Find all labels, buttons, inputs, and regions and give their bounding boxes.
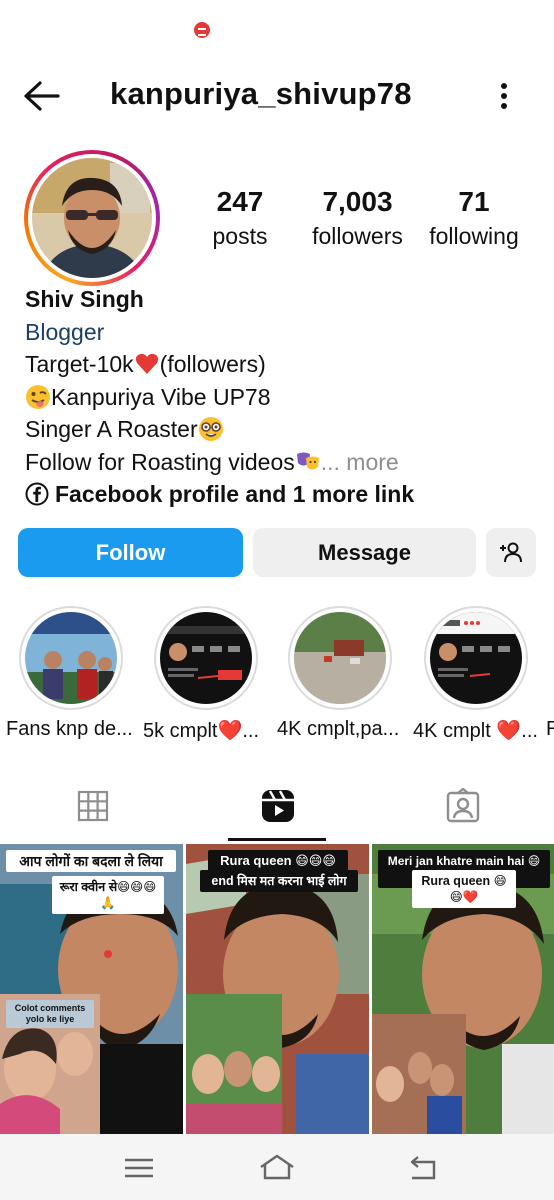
winking-tongue-emoji-icon [26, 384, 50, 409]
profile-username: kanpuriya_shivup78 [110, 76, 412, 111]
reel-caption-2b: end मिस मत करना भाई लोग [200, 870, 358, 892]
profile-links[interactable]: Facebook profile and 1 more link [25, 478, 535, 511]
grid-icon [77, 790, 108, 822]
heart-icon [135, 353, 158, 374]
followers-stat[interactable]: 7,003 followers [306, 185, 409, 253]
home-button[interactable] [255, 1148, 299, 1188]
notification-icon [194, 22, 210, 38]
facebook-icon [25, 482, 49, 506]
tab-reels[interactable] [185, 770, 370, 842]
followers-label: followers [312, 223, 403, 249]
profile-tabs [0, 770, 554, 842]
performing-arts-icon [296, 452, 319, 469]
suggest-people-button[interactable] [486, 528, 536, 577]
recent-apps-button[interactable] [117, 1148, 161, 1188]
top-bar: kanpuriya_shivup78 [0, 60, 554, 130]
profile-name: Shiv Singh [25, 286, 144, 312]
reel-caption-1a: आप लोगों का बदला ले लिया [6, 850, 176, 872]
highlight-label-4: 4K cmplt ❤️... [413, 720, 538, 742]
bio-more-link[interactable]: ... more [321, 449, 399, 475]
reel-item-2[interactable]: Rura queen 😄😄😄 end मिस मत करना भाई लोग [186, 844, 369, 1134]
tagged-icon [446, 788, 479, 823]
avatar[interactable] [32, 158, 152, 278]
reel-item-1[interactable]: आप लोगों का बदला ले लिया रूरा क्वीन से😄😄… [0, 844, 183, 1134]
system-nav-bar [0, 1134, 554, 1200]
more-vertical-icon [501, 83, 507, 109]
follow-button[interactable]: Follow [18, 528, 243, 577]
reel-caption-1c: Colot comments yolo ke liye [6, 1000, 94, 1028]
bio-section: Shiv Singh Blogger Target-10k (followers)… [25, 283, 535, 511]
bio-line-1: Target-10k (followers) [25, 351, 266, 377]
posts-count: 247 [216, 186, 264, 217]
following-count: 71 [458, 186, 490, 217]
reel-item-3[interactable]: Meri jan khatre main hai 😄😄🙏 Rura queen … [372, 844, 554, 1134]
posts-label: posts [212, 223, 268, 249]
more-options-button[interactable] [488, 74, 520, 118]
following-stat[interactable]: 71 following [423, 185, 525, 253]
bio-line-3: Singer A Roaster [25, 413, 535, 446]
reel-caption-2a: Rura queen 😄😄😄 [208, 850, 348, 872]
reels-icon [261, 790, 294, 822]
home-icon [260, 1154, 294, 1180]
menu-icon [125, 1158, 153, 1178]
highlight-label-2: 5k cmplt❤️... [143, 720, 260, 742]
following-label: following [429, 223, 519, 249]
reels-grid: आप लोगों का बदला ले लिया रूरा क्वीन से😄😄… [0, 844, 554, 1134]
message-button[interactable]: Message [253, 528, 476, 577]
posts-stat[interactable]: 247 posts [207, 185, 273, 253]
bio-line-4: Follow for Roasting videos... more [25, 448, 399, 475]
profile-category: Blogger [25, 318, 105, 345]
tab-posts-grid[interactable] [0, 770, 185, 842]
back-button[interactable] [20, 74, 64, 118]
back-icon [410, 1156, 436, 1180]
reel-caption-3b: Rura queen 😄😄❤️ [412, 870, 516, 908]
back-arrow-icon [24, 81, 60, 111]
highlight-label-1: Fans knp de... [6, 718, 133, 740]
highlight-1[interactable] [19, 606, 123, 710]
nerd-face-icon [198, 417, 223, 441]
status-bar [0, 0, 554, 60]
followers-count: 7,003 [322, 186, 393, 217]
highlight-3[interactable] [288, 606, 392, 710]
highlight-2[interactable] [154, 606, 258, 710]
story-ring[interactable] [24, 150, 160, 286]
bio-line-2: Kanpuriya Vibe UP78 [25, 381, 535, 414]
system-back-button[interactable] [400, 1148, 444, 1188]
highlight-label-3: 4K cmplt,pa... [277, 718, 400, 740]
tab-tagged[interactable] [370, 770, 554, 842]
highlight-label-5: R [546, 718, 554, 740]
reel-caption-1b: रूरा क्वीन से😄😄😄🙏 [52, 876, 164, 914]
highlight-4[interactable] [424, 606, 528, 710]
active-tab-indicator [228, 838, 326, 841]
add-person-icon [500, 542, 522, 562]
